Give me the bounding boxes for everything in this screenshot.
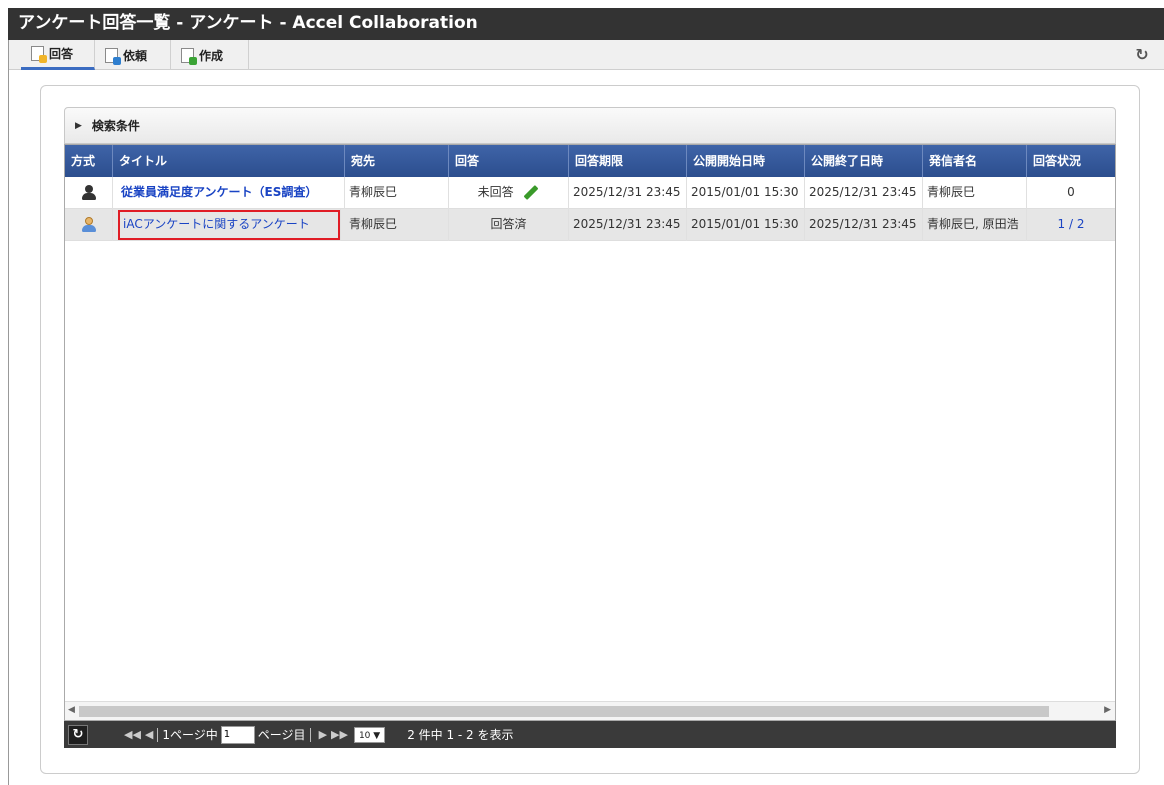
answer-list-grid: 方式 タイトル 宛先 回答 回答期限 公開開始日時 公開終了日時 発信者名 回答… (64, 144, 1116, 721)
col-title[interactable]: タイトル (113, 145, 345, 177)
pager-separator (309, 727, 311, 742)
search-conditions-toggle[interactable]: ▶ 検索条件 (64, 107, 1116, 144)
col-end[interactable]: 公開終了日時 (805, 145, 923, 177)
tab-bar: 回答 依頼 作成 ↻ (9, 40, 1164, 70)
expand-arrow-icon: ▶ (75, 120, 82, 131)
tab-answer[interactable]: 回答 (21, 40, 95, 70)
pager-refresh-icon[interactable]: ↻ (68, 724, 88, 745)
method-cell (65, 209, 113, 241)
recipient-cell: 青柳辰巳 (345, 209, 449, 241)
answer-cell: 回答済 (449, 209, 569, 241)
pencil-edit-icon[interactable] (523, 185, 539, 200)
page-number-input[interactable] (220, 725, 255, 744)
tab-request[interactable]: 依頼 (95, 40, 171, 70)
tab-answer-label: 回答 (49, 47, 74, 61)
start-cell: 2015/01/01 15:30 (687, 177, 805, 209)
survey-title-link[interactable]: iACアンケートに関するアンケート (123, 217, 310, 231)
sender-cell: 青柳辰巳 (923, 177, 1027, 209)
table-row[interactable]: iACアンケートに関するアンケート 青柳辰巳 回答済 2025/12/31 23… (65, 209, 1115, 241)
title-cell: iACアンケートに関するアンケート (117, 209, 341, 241)
col-status[interactable]: 回答状況 (1027, 145, 1115, 177)
last-page-icon[interactable]: ▶▶ (331, 728, 348, 741)
answer-status-text: 未回答 (477, 185, 514, 199)
page-suffix: ページ目 (257, 728, 306, 742)
prev-page-icon[interactable]: ◀ (145, 728, 153, 741)
status-link[interactable]: 1 / 2 (1027, 209, 1115, 241)
deadline-cell: 2025/12/31 23:45 (569, 209, 687, 241)
left-border (8, 40, 9, 785)
title-cell: 従業員満足度アンケート（ES調査） (113, 177, 345, 209)
tab-create-label: 作成 (199, 48, 224, 63)
survey-title-link[interactable]: 従業員満足度アンケート（ES調査） (121, 185, 317, 199)
end-cell: 2025/12/31 23:45 (805, 209, 923, 241)
page-title: アンケート回答一覧 - アンケート - Accel Collaboration (18, 13, 478, 33)
status-cell: 0 (1067, 185, 1075, 199)
table-row[interactable]: 従業員満足度アンケート（ES調査） 青柳辰巳 未回答 2025/12/31 23… (65, 177, 1115, 209)
answer-cell: 未回答 (449, 177, 569, 209)
tab-request-label: 依頼 (123, 48, 148, 63)
col-start[interactable]: 公開開始日時 (687, 145, 805, 177)
col-method[interactable]: 方式 (65, 145, 113, 177)
end-cell: 2025/12/31 23:45 (805, 177, 923, 209)
next-page-icon[interactable]: ▶ (319, 728, 327, 741)
sender-cell: 青柳辰巳, 原田浩 (923, 209, 1027, 241)
tab-create[interactable]: 作成 (171, 40, 249, 70)
deadline-cell: 2025/12/31 23:45 (569, 177, 687, 209)
pager-bar: ↻ ◀◀ ◀ 1ページ中 ページ目 ▶ ▶▶ 10 ▼ 2 件中 1 - 2 を… (64, 721, 1116, 748)
per-page-select[interactable]: 10 ▼ (353, 726, 386, 743)
create-doc-icon (181, 47, 197, 65)
scrollbar-thumb[interactable] (79, 706, 1049, 717)
col-answer[interactable]: 回答 (449, 145, 569, 177)
recipient-cell: 青柳辰巳 (345, 177, 449, 209)
page-prefix: 1ページ中 (162, 728, 218, 742)
result-summary: 2 件中 1 - 2 を表示 (407, 728, 514, 742)
scroll-right-icon[interactable]: ▶ (1104, 705, 1111, 715)
method-cell (65, 177, 113, 209)
named-user-icon (81, 216, 96, 233)
first-page-icon[interactable]: ◀◀ (124, 728, 141, 741)
request-doc-icon (105, 47, 121, 65)
search-conditions-label: 検索条件 (91, 119, 140, 133)
pager-separator (157, 727, 159, 742)
refresh-icon[interactable]: ↻ (1134, 47, 1150, 63)
answer-doc-icon (31, 46, 47, 63)
col-sender[interactable]: 発信者名 (923, 145, 1027, 177)
title-bar: アンケート回答一覧 - アンケート - Accel Collaboration (0, 0, 1164, 40)
table-header: 方式 タイトル 宛先 回答 回答期限 公開開始日時 公開終了日時 発信者名 回答… (65, 145, 1115, 177)
col-recipient[interactable]: 宛先 (345, 145, 449, 177)
scroll-left-icon[interactable]: ◀ (68, 705, 75, 715)
start-cell: 2015/01/01 15:30 (687, 209, 805, 241)
col-deadline[interactable]: 回答期限 (569, 145, 687, 177)
horizontal-scrollbar[interactable]: ◀ ▶ (65, 701, 1115, 720)
anonymous-user-icon (81, 184, 96, 201)
